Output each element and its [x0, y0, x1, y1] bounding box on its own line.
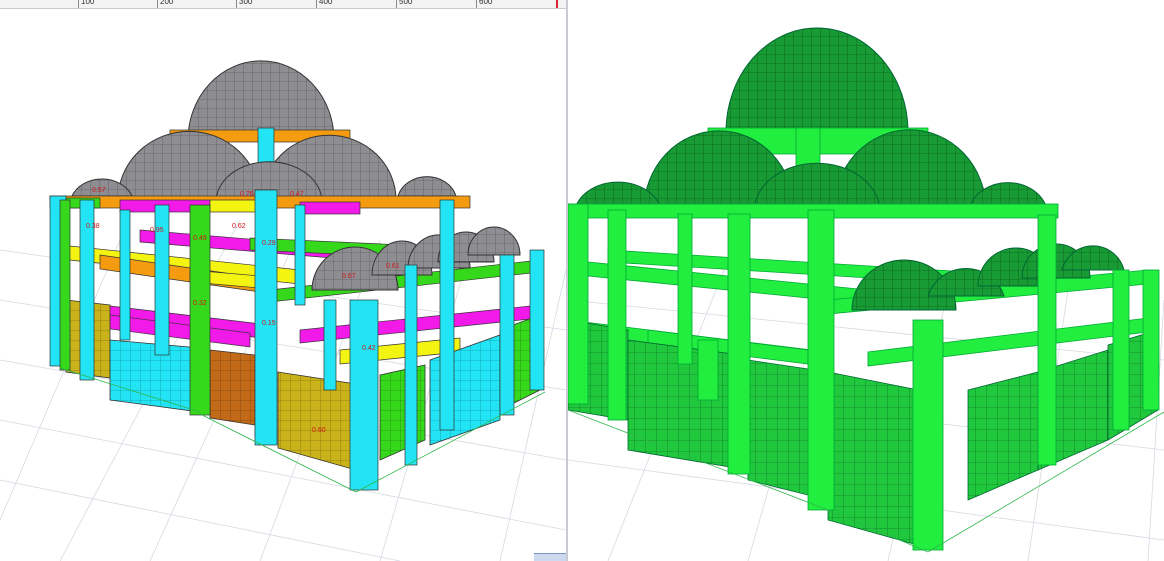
ratio-label: 0.49	[193, 235, 207, 242]
ratio-label: 0.47	[290, 191, 304, 198]
ratio-label: 0.15	[262, 320, 276, 327]
top-ruler: 100 200 300 400 500 600	[0, 0, 566, 9]
shear-walls	[568, 319, 1159, 549]
ruler-tick	[476, 0, 477, 8]
ruler-label: 600	[479, 0, 493, 6]
ratio-label: 0.32	[193, 300, 207, 307]
ruler-tick	[396, 0, 397, 8]
ratio-label: 0.67	[342, 273, 356, 280]
ruler-cursor-marker	[556, 0, 558, 8]
ruler-tick	[78, 0, 79, 8]
ratio-label: 0.42	[362, 345, 376, 352]
main-dome	[725, 27, 909, 133]
ruler-label: 500	[399, 0, 413, 6]
ratio-label: 0.76	[240, 191, 254, 198]
side-domes	[851, 243, 1125, 311]
left-3d-view-pane[interactable]: 100 200 300 400 500 600 0.29 0.49 0.32 0…	[0, 0, 566, 561]
ruler-label: 200	[160, 0, 174, 6]
ruler-label: 100	[81, 0, 95, 6]
etabs-model-views: 100 200 300 400 500 600 0.29 0.49 0.32 0…	[0, 0, 1164, 561]
ruler-tick	[316, 0, 317, 8]
ruler-tick	[236, 0, 237, 8]
ratio-label: 0.95	[150, 227, 164, 234]
ratio-label: 0.29	[262, 240, 276, 247]
ratio-label: 0.62	[232, 223, 246, 230]
ratio-label: 0.38	[86, 223, 100, 230]
ratio-label: 0.61	[386, 263, 400, 270]
left-model-canvas[interactable]: 0.29 0.49 0.32 0.15 0.42 0.67 0.61 0.60 …	[0, 0, 566, 561]
right-model-canvas[interactable]	[568, 0, 1164, 561]
ruler-tick	[157, 0, 158, 8]
ratio-label: 0.57	[92, 187, 106, 194]
view-tab-indicator[interactable]	[534, 553, 566, 561]
ruler-label: 300	[239, 0, 253, 6]
right-3d-view-pane[interactable]	[568, 0, 1164, 561]
ruler-label: 400	[319, 0, 333, 6]
ratio-label: 0.60	[312, 427, 326, 434]
